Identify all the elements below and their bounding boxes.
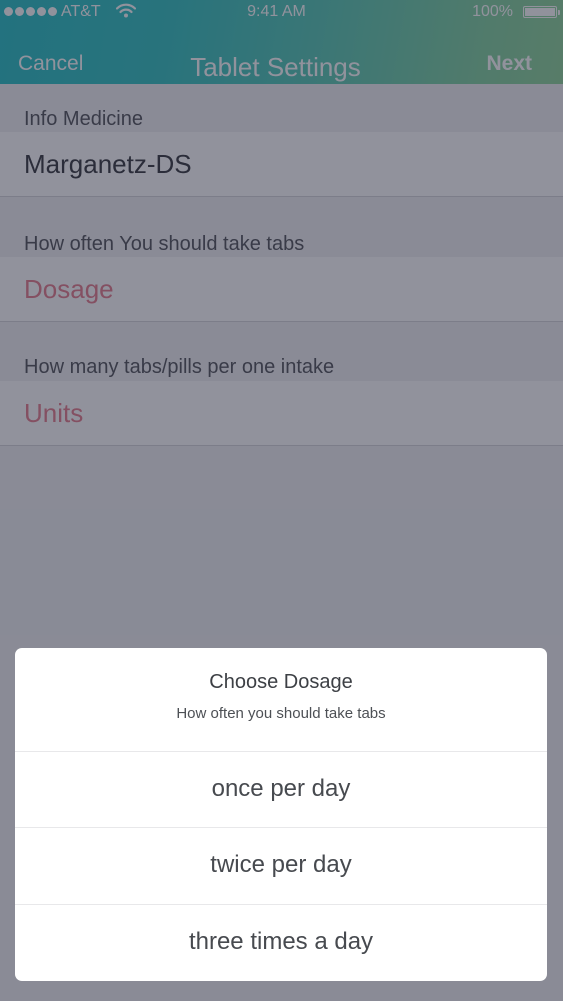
option-twice-per-day[interactable]: twice per day [15, 827, 547, 903]
action-sheet-subtitle: How often you should take tabs [176, 705, 386, 722]
option-once-per-day[interactable]: once per day [15, 751, 547, 827]
choose-dosage-action-sheet: Choose Dosage How often you should take … [15, 648, 547, 981]
option-three-times-a-day[interactable]: three times a day [15, 904, 547, 980]
action-sheet-title: Choose Dosage [209, 671, 353, 693]
tablet-settings-screen: AT&T 9:41 AM 100% Cancel Tablet Settings… [0, 0, 563, 1001]
